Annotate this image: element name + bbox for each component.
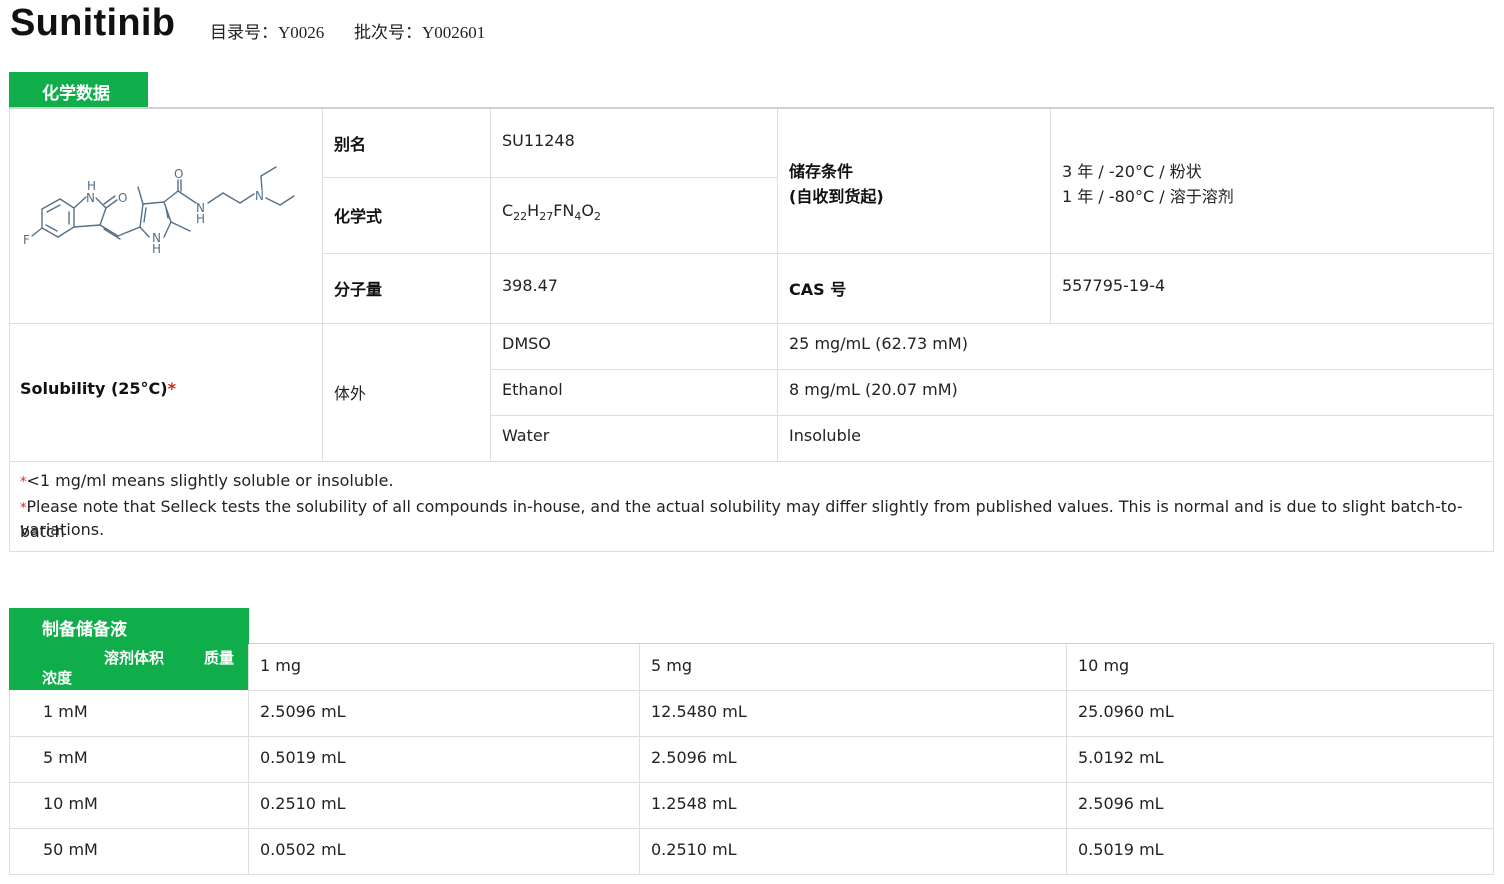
mass-10mg: 10 mg: [1078, 656, 1130, 675]
stock-cell: 0.5019 mL: [1078, 840, 1164, 859]
solvent-dmso: DMSO: [502, 334, 551, 353]
storage-powder: 3 年 / -20°C / 粉状: [1062, 162, 1202, 181]
header-concentration: 浓度: [42, 669, 73, 687]
conc-row-label: 50 mM: [43, 840, 98, 859]
batch-label: 批次号：: [354, 23, 422, 43]
section-rule: [9, 107, 1494, 109]
catalog-value: Y0026: [278, 23, 325, 42]
conc-row-label: 10 mM: [43, 794, 98, 813]
note-2-continued: variations.: [20, 520, 105, 539]
atom-pyrrole-h: H: [152, 242, 161, 256]
atom-o-amide: O: [174, 167, 183, 181]
solvent-ethanol: Ethanol: [502, 380, 563, 399]
atom-nh-n: N: [86, 191, 95, 205]
note-1: *<1 mg/ml means slightly soluble or inso…: [20, 471, 394, 490]
conc-row-label: 1 mM: [43, 702, 88, 721]
alias-label: 别名: [334, 135, 367, 154]
header-mass: 质量: [204, 649, 235, 667]
batch-number: 批次号：Y002601: [354, 18, 485, 43]
atom-amide-h: H: [196, 212, 205, 226]
solubility-ethanol: 8 mg/mL (20.07 mM): [789, 380, 958, 399]
stock-corner-header: 溶剂体积 质量 浓度: [9, 644, 249, 690]
stock-cell: 12.5480 mL: [651, 702, 747, 721]
solvent-water: Water: [502, 426, 550, 445]
stock-cell: 0.2510 mL: [260, 794, 346, 813]
catalog-label: 目录号：: [210, 23, 278, 43]
alias-value: SU11248: [502, 131, 575, 150]
cas-label: CAS 号: [789, 280, 847, 299]
formula-value: C22H27FN4O2: [502, 201, 601, 224]
solubility-star: *: [167, 379, 176, 398]
solubility-dmso: 25 mg/mL (62.73 mM): [789, 334, 968, 353]
chem-data-tab: 化学数据: [9, 72, 148, 107]
stock-tab: 制备储备液: [9, 608, 249, 644]
solubility-context: 体外: [334, 384, 367, 403]
compound-title: Sunitinib: [10, 2, 176, 44]
stock-cell: 0.5019 mL: [260, 748, 346, 767]
stock-cell: 2.5096 mL: [1078, 794, 1164, 813]
conc-row-label: 5 mM: [43, 748, 88, 767]
storage-solvent: 1 年 / -80°C / 溶于溶剂: [1062, 187, 1234, 206]
atom-amine-n: N: [255, 189, 264, 203]
stock-cell: 1.2548 mL: [651, 794, 737, 813]
mass-1mg: 1 mg: [260, 656, 302, 675]
note-2: *Please note that Selleck tests the solu…: [20, 497, 1463, 541]
header-volume: 溶剂体积: [104, 649, 165, 667]
mw-label: 分子量: [334, 280, 383, 299]
batch-value: Y002601: [422, 23, 486, 42]
solubility-water: Insoluble: [789, 426, 862, 445]
formula-label: 化学式: [334, 207, 383, 226]
stock-cell: 0.2510 mL: [651, 840, 737, 859]
stock-cell: 5.0192 mL: [1078, 748, 1164, 767]
stock-cell: 2.5096 mL: [651, 748, 737, 767]
stock-cell: 0.0502 mL: [260, 840, 346, 859]
storage-sublabel: (自收到货起): [789, 187, 884, 206]
mw-value: 398.47: [502, 276, 558, 295]
atom-f: F: [23, 233, 30, 247]
storage-label: 储存条件: [789, 162, 854, 181]
cas-value: 557795-19-4: [1062, 276, 1166, 295]
solubility-label: Solubility (25°C)*: [20, 379, 176, 398]
stock-rule: [249, 643, 1494, 644]
chemical-structure: F H N O O N H N H N: [23, 166, 295, 256]
stock-cell: 2.5096 mL: [260, 702, 346, 721]
stock-cell: 25.0960 mL: [1078, 702, 1174, 721]
atom-o-indolinone: O: [118, 191, 127, 205]
catalog-number: 目录号：Y0026: [210, 18, 324, 43]
mass-5mg: 5 mg: [651, 656, 693, 675]
